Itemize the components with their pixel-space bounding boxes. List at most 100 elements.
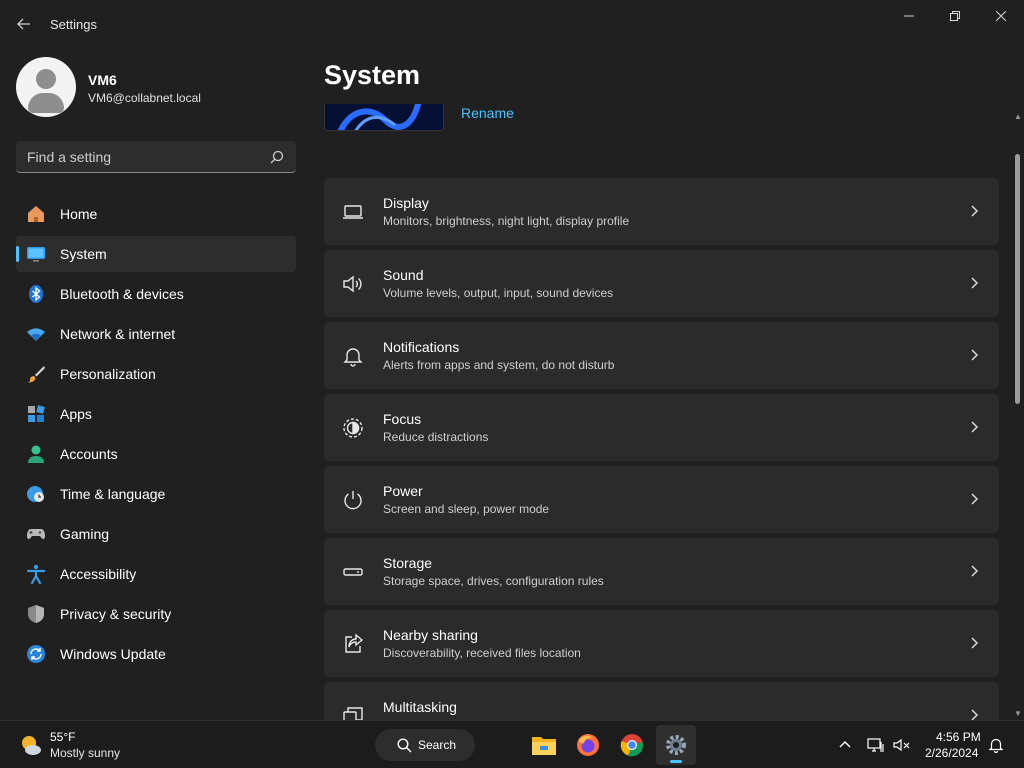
- display-card[interactable]: Display Monitors, brightness, night ligh…: [324, 178, 999, 245]
- back-button[interactable]: [12, 12, 36, 36]
- multitasking-card[interactable]: Multitasking: [324, 682, 999, 720]
- card-title: Focus: [383, 411, 422, 427]
- taskbar-search-label: Search: [418, 738, 457, 752]
- card-description: Reduce distractions: [383, 430, 489, 444]
- search-input[interactable]: [16, 141, 266, 172]
- clock-time[interactable]: 4:56 PM: [936, 730, 981, 744]
- brush-icon: [26, 364, 46, 384]
- share-icon: [342, 633, 364, 655]
- search-icon: [397, 737, 412, 752]
- focus-icon: [342, 417, 364, 439]
- arrow-left-icon: [17, 18, 30, 30]
- title-bar: Settings: [0, 0, 1024, 48]
- avatar: [16, 57, 76, 117]
- sound-card[interactable]: Sound Volume levels, output, input, soun…: [324, 250, 999, 317]
- chevron-right-icon: [967, 492, 981, 506]
- taskbar-search-button[interactable]: Search: [375, 729, 475, 761]
- close-button[interactable]: [978, 4, 1024, 28]
- card-title: Sound: [383, 267, 424, 283]
- multitasking-icon: [342, 705, 364, 720]
- content-scroll-area[interactable]: Rename Display Monitors, brightness, nig…: [318, 104, 1008, 720]
- nearby-sharing-card[interactable]: Nearby sharing Discoverability, received…: [324, 610, 999, 677]
- sidebar-item-accessibility[interactable]: Accessibility: [16, 556, 296, 592]
- firefox-icon: [577, 734, 599, 756]
- chevron-right-icon: [967, 204, 981, 218]
- clock-date[interactable]: 2/26/2024: [925, 746, 978, 760]
- active-app-indicator: [670, 760, 682, 763]
- wallpaper-thumbnail: [324, 104, 444, 131]
- sidebar-item-label: Home: [60, 206, 98, 222]
- rename-link[interactable]: Rename: [461, 105, 514, 121]
- sidebar-item-home[interactable]: Home: [16, 196, 296, 232]
- weather-description[interactable]: Mostly sunny: [50, 746, 120, 760]
- card-description: Discoverability, received files location: [383, 646, 581, 660]
- minimize-button[interactable]: [886, 4, 932, 28]
- scroll-down-icon[interactable]: ▼: [1014, 709, 1022, 718]
- sidebar-item-apps[interactable]: Apps: [16, 396, 296, 432]
- sidebar-nav: Home System Bluetooth & devices Network …: [16, 196, 296, 676]
- speaker-icon: [342, 273, 364, 295]
- close-icon: [996, 11, 1006, 21]
- focus-card[interactable]: Focus Reduce distractions: [324, 394, 999, 461]
- power-icon: [342, 489, 364, 511]
- monitor-icon: [26, 244, 46, 264]
- sun-cloud-icon[interactable]: [18, 732, 44, 758]
- restore-button[interactable]: [932, 4, 978, 28]
- weather-temperature[interactable]: 55°F: [50, 730, 75, 744]
- sidebar-item-system[interactable]: System: [16, 236, 296, 272]
- sidebar-item-personalization[interactable]: Personalization: [16, 356, 296, 392]
- sidebar-item-label: Time & language: [60, 486, 166, 502]
- bell-icon: [342, 345, 364, 367]
- wifi-icon: [26, 324, 46, 344]
- sidebar-item-windows-update[interactable]: Windows Update: [16, 636, 296, 672]
- update-icon: [26, 644, 46, 664]
- search-icon: [270, 150, 284, 164]
- sidebar-item-bluetooth[interactable]: Bluetooth & devices: [16, 276, 296, 312]
- sidebar-item-privacy[interactable]: Privacy & security: [16, 596, 296, 632]
- taskbar-file-explorer[interactable]: [524, 725, 564, 765]
- volume-muted-icon[interactable]: [892, 735, 912, 755]
- card-title: Nearby sharing: [383, 627, 478, 643]
- sidebar-item-label: Apps: [60, 406, 92, 422]
- card-description: Screen and sleep, power mode: [383, 502, 550, 516]
- chevron-right-icon: [967, 636, 981, 650]
- taskbar-firefox[interactable]: [568, 725, 608, 765]
- notifications-card[interactable]: Notifications Alerts from apps and syste…: [324, 322, 999, 389]
- sidebar-item-accounts[interactable]: Accounts: [16, 436, 296, 472]
- shield-icon: [26, 604, 46, 624]
- chrome-icon: [620, 734, 643, 757]
- chevron-right-icon: [967, 564, 981, 578]
- storage-icon: [342, 561, 364, 583]
- sidebar-item-label: System: [60, 246, 107, 262]
- scroll-up-icon[interactable]: ▲: [1014, 112, 1022, 121]
- bluetooth-icon: [26, 284, 46, 304]
- taskbar-settings[interactable]: [656, 725, 696, 765]
- chevron-right-icon: [967, 708, 981, 720]
- sidebar-item-label: Windows Update: [60, 646, 166, 662]
- card-description: Volume levels, output, input, sound devi…: [383, 286, 614, 300]
- person-icon: [26, 444, 46, 464]
- sidebar-item-network[interactable]: Network & internet: [16, 316, 296, 352]
- sidebar-item-gaming[interactable]: Gaming: [16, 516, 296, 552]
- sidebar-item-label: Bluetooth & devices: [60, 286, 184, 302]
- network-icon[interactable]: [866, 735, 886, 755]
- storage-card[interactable]: Storage Storage space, drives, configura…: [324, 538, 999, 605]
- sidebar-item-label: Accessibility: [60, 566, 137, 582]
- minimize-icon: [904, 15, 914, 17]
- home-icon: [26, 204, 46, 224]
- taskbar-chrome[interactable]: [612, 725, 652, 765]
- settings-icon: [666, 735, 686, 755]
- window-title: Settings: [50, 17, 97, 32]
- scroll-thumb[interactable]: [1015, 154, 1020, 404]
- sidebar-item-label: Network & internet: [60, 326, 176, 342]
- user-name: VM6: [88, 72, 117, 88]
- vertical-scrollbar[interactable]: ▲ ▼: [1012, 112, 1024, 718]
- sidebar-item-time-language[interactable]: Time & language: [16, 476, 296, 512]
- sidebar-item-label: Accounts: [60, 446, 118, 462]
- settings-search[interactable]: [16, 141, 296, 173]
- notification-bell-icon[interactable]: [986, 735, 1006, 755]
- sidebar-item-label: Privacy & security: [60, 606, 172, 622]
- chevron-up-icon[interactable]: [835, 735, 855, 755]
- card-title: Power: [383, 483, 423, 499]
- power-card[interactable]: Power Screen and sleep, power mode: [324, 466, 999, 533]
